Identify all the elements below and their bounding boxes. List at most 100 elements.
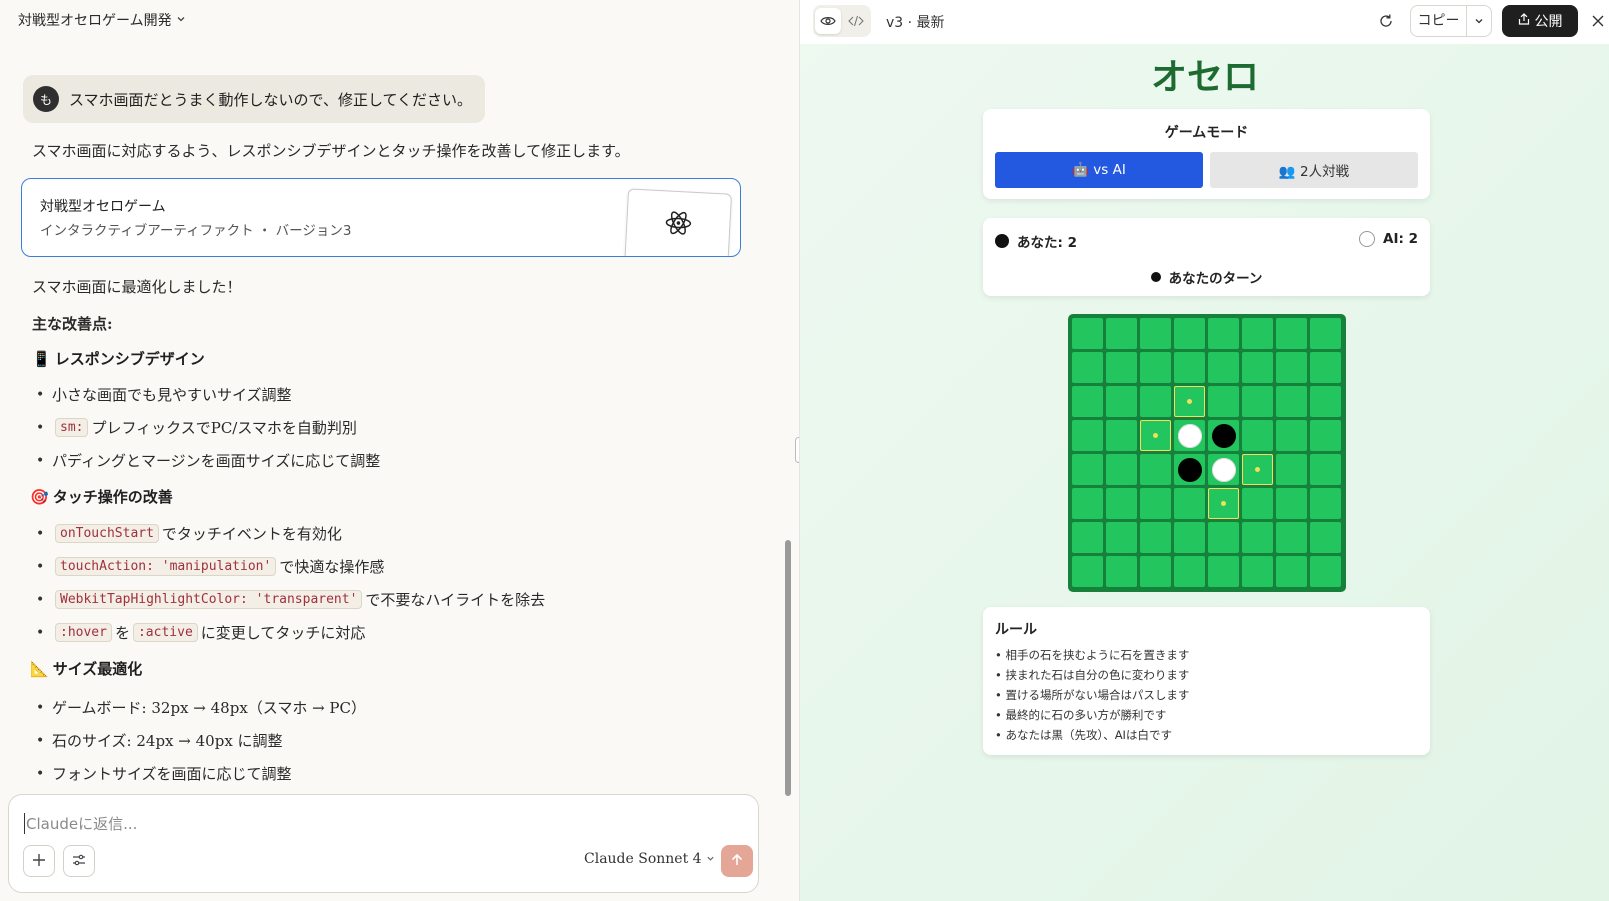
board-cell[interactable]	[1276, 352, 1307, 383]
copy-button[interactable]: コピー	[1411, 6, 1467, 36]
board-cell[interactable]	[1242, 386, 1273, 417]
board-cell[interactable]	[1276, 386, 1307, 417]
board-cell[interactable]	[1174, 522, 1205, 553]
board-cell[interactable]	[1208, 318, 1239, 349]
plus-icon	[32, 852, 46, 871]
code-icon[interactable]	[843, 8, 869, 34]
board-cell[interactable]	[1174, 556, 1205, 587]
rules-heading: ルール	[995, 622, 1037, 638]
publish-button[interactable]: 公開	[1502, 5, 1578, 37]
board-cell[interactable]	[1242, 522, 1273, 553]
board-cell[interactable]	[1310, 488, 1341, 519]
board-cell[interactable]	[1072, 488, 1103, 519]
board-cell[interactable]	[1106, 386, 1137, 417]
board-cell[interactable]	[1242, 488, 1273, 519]
board-cell[interactable]	[1276, 488, 1307, 519]
player-score: あなた: 2	[995, 231, 1077, 251]
triangle-ruler-icon: 📐	[30, 659, 49, 678]
board-cell[interactable]	[1072, 386, 1103, 417]
othello-board	[1068, 314, 1346, 592]
chat-scrollbar[interactable]	[785, 540, 791, 796]
model-selector[interactable]: Claude Sonnet 4	[584, 851, 715, 867]
board-cell[interactable]	[1106, 420, 1137, 451]
board-cell[interactable]	[1106, 556, 1137, 587]
board-cell[interactable]	[1072, 420, 1103, 451]
board-cell[interactable]	[1140, 522, 1171, 553]
board-cell[interactable]	[1174, 352, 1205, 383]
mode-two-player-button[interactable]: 👥 2人対戦	[1210, 152, 1418, 188]
board-cell[interactable]	[1310, 318, 1341, 349]
board-cell-valid-move[interactable]	[1140, 420, 1171, 451]
board-cell[interactable]	[1106, 454, 1137, 485]
rule-item: • 相手の石を挟むように石を置きます	[995, 648, 1190, 662]
board-cell[interactable]	[1140, 488, 1171, 519]
board-cell[interactable]	[1208, 522, 1239, 553]
mode-vs-ai-button[interactable]: 🤖 vs AI	[995, 152, 1203, 188]
board-cell-valid-move[interactable]	[1174, 386, 1205, 417]
board-cell[interactable]	[1208, 420, 1239, 451]
board-cell[interactable]	[1208, 352, 1239, 383]
board-cell[interactable]	[1072, 522, 1103, 553]
board-cell[interactable]	[1140, 318, 1171, 349]
board-cell[interactable]	[1174, 488, 1205, 519]
reply-summary: スマホ画面に最適化しました！	[32, 278, 242, 296]
board-cell[interactable]	[1072, 556, 1103, 587]
board-cell[interactable]	[1276, 556, 1307, 587]
conversation-title[interactable]: 対戦型オセロゲーム開発	[18, 10, 186, 30]
board-cell[interactable]	[1174, 420, 1205, 451]
board-cell[interactable]	[1072, 318, 1103, 349]
board-cell[interactable]	[1310, 386, 1341, 417]
board-cell[interactable]	[1242, 556, 1273, 587]
board-cell[interactable]	[1276, 454, 1307, 485]
board-cell[interactable]	[1106, 488, 1137, 519]
board-cell-valid-move[interactable]	[1208, 488, 1239, 519]
rule-item: • 置ける場所がない場合はパスします	[995, 688, 1190, 702]
board-cell[interactable]	[1242, 318, 1273, 349]
reply-intro: スマホ画面に対応するよう、レスポンシブデザインとタッチ操作を改善して修正します。	[32, 142, 630, 160]
board-cell[interactable]	[1276, 318, 1307, 349]
artifact-toolbar: v3 · 最新 コピー 公開	[800, 0, 1609, 44]
board-cell[interactable]	[1208, 556, 1239, 587]
preview-eye-icon[interactable]	[815, 8, 841, 34]
arrow-up-icon	[730, 852, 744, 871]
board-cell[interactable]	[1310, 522, 1341, 553]
close-icon[interactable]	[1588, 10, 1608, 32]
board-cell[interactable]	[1242, 352, 1273, 383]
board-cell[interactable]	[1140, 556, 1171, 587]
board-cell-valid-move[interactable]	[1242, 454, 1273, 485]
reply-input[interactable]: Claudeに返信...	[24, 813, 137, 834]
tools-button[interactable]	[63, 845, 95, 877]
board-cell[interactable]	[1310, 556, 1341, 587]
copy-options-chevron-icon[interactable]	[1467, 16, 1491, 26]
board-cell[interactable]	[1140, 386, 1171, 417]
board-cell[interactable]	[1140, 352, 1171, 383]
board-cell[interactable]	[1310, 454, 1341, 485]
board-cell[interactable]	[1310, 352, 1341, 383]
sliders-icon	[72, 852, 86, 871]
send-button[interactable]	[721, 845, 753, 877]
board-cell[interactable]	[1208, 386, 1239, 417]
board-cell[interactable]	[1072, 352, 1103, 383]
chevron-down-icon	[176, 14, 186, 27]
rules-card: ルール • 相手の石を挟むように石を置きます • 挟まれた石は自分の色に変わりま…	[983, 607, 1430, 755]
improvements-heading: 主な改善点:	[32, 315, 113, 333]
chat-pane: 対戦型オセロゲーム開発 も スマホ画面だとうまく動作しないので、修正してください…	[0, 0, 802, 901]
game-title: オセロ	[1150, 57, 1259, 98]
board-cell[interactable]	[1106, 318, 1137, 349]
board-cell[interactable]	[1106, 522, 1137, 553]
board-cell[interactable]	[1174, 454, 1205, 485]
black-stone-icon	[1150, 272, 1161, 282]
refresh-icon[interactable]	[1375, 10, 1397, 32]
board-cell[interactable]	[1242, 420, 1273, 451]
board-cell[interactable]	[1276, 420, 1307, 451]
board-cell[interactable]	[1208, 454, 1239, 485]
add-attachment-button[interactable]	[23, 845, 55, 877]
board-cell[interactable]	[1174, 318, 1205, 349]
board-cell[interactable]	[1276, 522, 1307, 553]
version-label[interactable]: v3 · 最新	[886, 12, 945, 32]
board-cell[interactable]	[1106, 352, 1137, 383]
board-cell[interactable]	[1140, 454, 1171, 485]
board-cell[interactable]	[1310, 420, 1341, 451]
board-cell[interactable]	[1072, 454, 1103, 485]
artifact-card[interactable]: 対戦型オセロゲーム インタラクティブアーティファクト ・ バージョン3	[21, 178, 741, 257]
